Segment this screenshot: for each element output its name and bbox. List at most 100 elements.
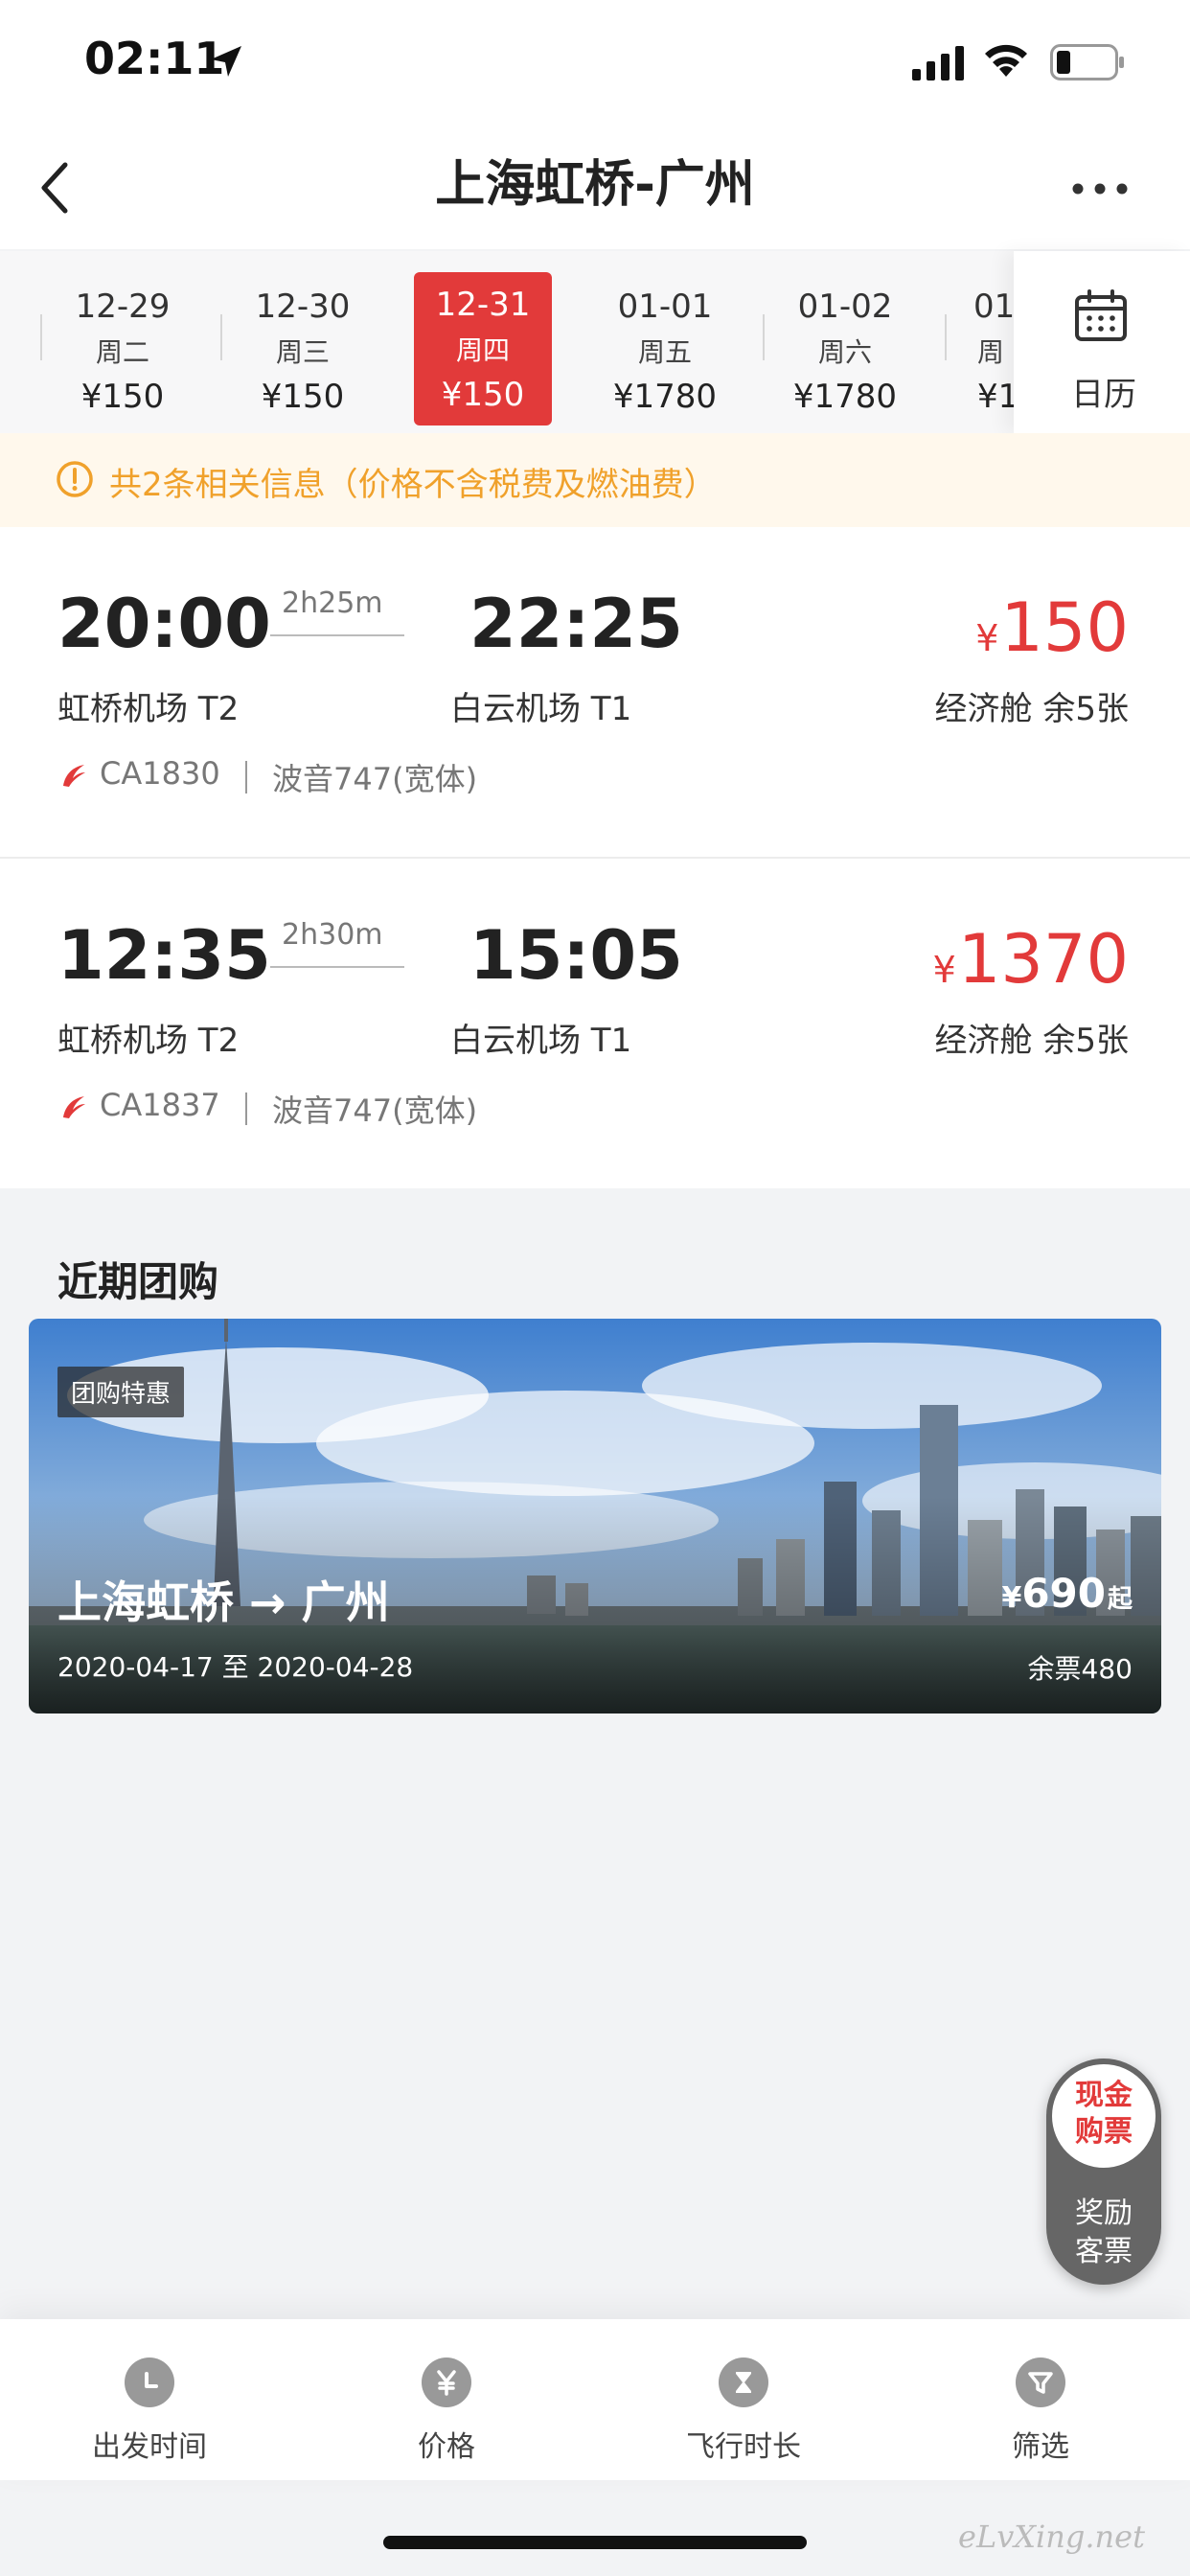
tab-flight-duration[interactable]: 飞行时长 [638, 2358, 849, 2465]
date-item[interactable]: 12-29 周二 ¥150 [54, 274, 192, 427]
home-indicator[interactable] [383, 2536, 807, 2549]
group-remaining-tickets: 余票480 [1027, 1653, 1133, 1685]
group-date-range: 2020-04-17 至 2020-04-28 [57, 1651, 414, 1683]
date-label: 12-30 [255, 288, 351, 326]
duration-arrow [270, 634, 404, 636]
page-title: 上海虹桥-广州 [435, 156, 755, 214]
calendar-label: 日历 [1071, 376, 1136, 414]
calendar-icon [1075, 289, 1127, 341]
date-divider [40, 314, 42, 360]
airline-logo-icon [63, 1096, 85, 1118]
arrival-airport: 白云机场 T1 [450, 690, 632, 728]
flight-duration: 2h30m [282, 918, 383, 952]
currency-symbol: ¥ [932, 949, 956, 991]
departure-time: 20:00 [57, 585, 271, 663]
reward-label-line2: 客票 [1075, 2235, 1133, 2268]
date-divider [220, 314, 222, 360]
date-item[interactable]: 01-02 周六 ¥1780 [776, 274, 914, 427]
status-time: 02:11 [84, 33, 225, 84]
currency-symbol: ¥ [975, 617, 999, 659]
date-price: ¥150 [80, 378, 165, 416]
currency-symbol: ¥ [1001, 1581, 1022, 1615]
bottom-sort-bar: 出发时间 价格 飞行时长 筛选 [0, 2319, 1190, 2480]
cabin-availability: 经济舱 余5张 [934, 1022, 1129, 1060]
flight-list: 20:00 2h25m 22:25 ¥150 虹桥机场 T2 白云机场 T1 经… [0, 527, 1190, 1188]
departure-airport: 虹桥机场 T2 [57, 1022, 240, 1060]
weekday-label: 周四 [455, 334, 510, 366]
section-title: 近期团购 [57, 1258, 219, 1305]
arrival-airport: 白云机场 T1 [450, 1022, 632, 1060]
departure-airport: 虹桥机场 T2 [57, 690, 240, 728]
flight-price: ¥150 [975, 588, 1129, 667]
tab-label: 出发时间 [92, 2430, 207, 2464]
yen-icon [422, 2358, 471, 2407]
date-strip: 12-29 周二 ¥150 12-30 周三 ¥150 12-31 周四 ¥15… [0, 251, 1190, 433]
date-label: 01-02 [797, 288, 893, 326]
tab-label: 价格 [418, 2430, 475, 2464]
watermark: eLvXing.net [958, 2518, 1145, 2555]
weekday-label: 周二 [95, 336, 149, 368]
weekday-label: 周三 [275, 336, 330, 368]
battery-icon [1050, 44, 1124, 80]
date-label: 12-29 [75, 288, 171, 326]
date-label: 12-31 [435, 286, 531, 324]
price-suffix: 起 [1107, 1585, 1133, 1614]
price-value: 1370 [957, 920, 1129, 999]
date-price: ¥150 [441, 376, 525, 414]
cellular-signal-icon [912, 46, 964, 80]
reward-label-line1: 奖励 [1075, 2196, 1133, 2230]
weekday-label: 周 [977, 336, 1005, 368]
departure-time: 12:35 [57, 916, 271, 995]
cash-purchase-button[interactable]: 现金 购票 [1052, 2064, 1156, 2168]
flight-card[interactable]: 20:00 2h25m 22:25 ¥150 虹桥机场 T2 白云机场 T1 经… [0, 527, 1190, 857]
date-price: ¥150 [261, 378, 345, 416]
date-price: ¥1780 [792, 378, 898, 416]
group-price: ¥690起 [1001, 1570, 1133, 1617]
date-label: 01-01 [617, 288, 713, 326]
tab-filter[interactable]: 筛选 [935, 2358, 1146, 2465]
tab-label: 筛选 [1012, 2430, 1069, 2464]
wifi-icon [985, 44, 1027, 77]
notice-text: 共2条相关信息（价格不含税费及燃油费） [109, 466, 717, 504]
group-deal-tag: 团购特惠 [57, 1367, 185, 1417]
weekday-label: 周五 [637, 336, 692, 368]
date-price: ¥1 [977, 378, 1014, 416]
date-divider [945, 314, 947, 360]
date-item[interactable]: 01- 周 ¥1 [958, 274, 1014, 427]
group-route: 上海虹桥 → 广州 [57, 1576, 390, 1628]
date-item[interactable]: 12-30 周三 ¥150 [234, 274, 372, 427]
filter-icon [1016, 2358, 1065, 2407]
cabin-availability: 经济舱 余5张 [934, 690, 1129, 728]
divider [245, 761, 247, 794]
more-icon[interactable] [1071, 182, 1129, 196]
warning-icon [57, 461, 93, 497]
flight-card[interactable]: 12:35 2h30m 15:05 ¥1370 虹桥机场 T2 白云机场 T1 … [0, 859, 1190, 1188]
date-divider [763, 314, 765, 360]
weekday-label: 周六 [817, 336, 872, 368]
clock-icon [125, 2358, 174, 2407]
flight-number: CA1837 [100, 1087, 220, 1123]
date-label: 01- [973, 288, 1014, 326]
arrival-time: 22:25 [469, 585, 683, 663]
flight-price: ¥1370 [933, 920, 1129, 999]
location-arrow-icon [211, 46, 241, 77]
arrival-time: 15:05 [469, 916, 683, 995]
duration-arrow [270, 966, 404, 968]
tab-label: 飞行时长 [686, 2430, 801, 2464]
price-value: 690 [1021, 1570, 1106, 1617]
aircraft-type: 波音747(宽体) [272, 761, 478, 797]
airline-logo-icon [63, 765, 85, 787]
date-item-selected[interactable]: 12-31 周四 ¥150 [414, 272, 552, 426]
flight-duration: 2h25m [282, 586, 383, 620]
cash-purchase-label: 现金 购票 [1075, 2079, 1133, 2149]
price-value: 150 [1000, 588, 1129, 667]
tab-departure-time[interactable]: 出发时间 [44, 2358, 255, 2465]
date-item[interactable]: 01-01 周五 ¥1780 [596, 274, 734, 427]
reward-ticket-button[interactable]: 奖励 客票 [1052, 2195, 1156, 2271]
date-price: ¥1780 [612, 378, 718, 416]
flight-number: CA1830 [100, 755, 220, 792]
tab-price[interactable]: 价格 [341, 2358, 552, 2465]
hourglass-icon [719, 2358, 768, 2407]
aircraft-type: 波音747(宽体) [272, 1092, 478, 1129]
divider [245, 1092, 247, 1125]
